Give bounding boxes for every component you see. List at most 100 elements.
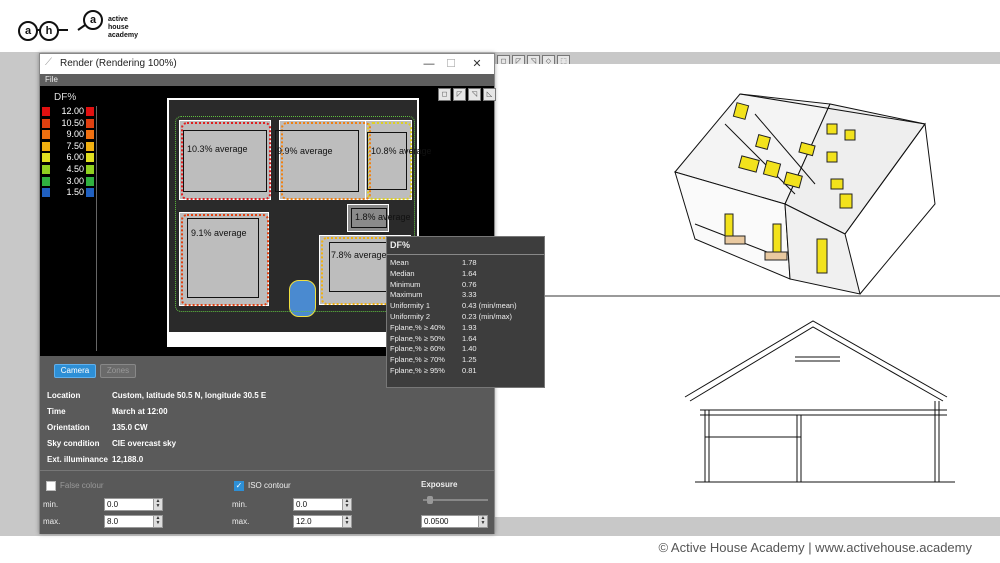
legend-entry: 12.00 xyxy=(42,106,97,117)
app-icon: ⟋ xyxy=(45,57,52,68)
stat-value: 1.25 xyxy=(462,355,477,365)
legend-entry: 9.00 xyxy=(42,129,97,140)
legend-entry: 7.50 xyxy=(42,141,97,152)
info-label: Sky condition xyxy=(47,439,100,448)
logo-name-line1: active house xyxy=(108,16,129,31)
stat-label: Fplane,% ≥ 70% xyxy=(390,355,445,365)
legend-swatch xyxy=(42,176,50,186)
legend-entry: 3.00 xyxy=(42,176,97,187)
toolbar-icon[interactable]: ◸ xyxy=(453,88,466,101)
legend-swatch xyxy=(86,153,94,163)
zone-box[interactable] xyxy=(183,130,267,192)
stat-value: 0.43 (min/mean) xyxy=(462,301,517,311)
stat-label: Minimum xyxy=(390,279,421,289)
stat-row: Median 1.64 xyxy=(390,269,544,278)
legend-swatch xyxy=(86,165,94,174)
stat-label: Fplane,% ≥ 95% xyxy=(390,366,445,375)
legend-swatch xyxy=(86,141,94,151)
spin-value: 12.0 xyxy=(296,517,312,526)
stat-row: Mean 1.78 xyxy=(390,258,544,267)
stats-title: DF% xyxy=(390,240,410,250)
stat-label: Uniformity 2 xyxy=(390,312,431,321)
spin-arrow-icon[interactable]: ▲ ▼ xyxy=(153,499,162,510)
viewport-3d[interactable] xyxy=(495,64,1000,296)
close-button[interactable]: ✕ xyxy=(466,56,488,72)
iso-contour-min-input[interactable]: 0.0 ▲ ▼ xyxy=(293,498,352,511)
stat-value: 3.33 xyxy=(462,290,477,300)
copyright-footer: © Active House Academy | www.activehouse… xyxy=(658,540,972,555)
stat-value: 0.76 xyxy=(462,279,477,289)
exposure-slider-thumb[interactable] xyxy=(426,496,433,504)
menu-file[interactable]: File xyxy=(45,75,58,84)
logo-letter: h xyxy=(39,21,59,41)
iso-contour-min-label: min. xyxy=(232,500,248,509)
floor-plan-render: 10.3% average 9.9% average 10.8% average… xyxy=(167,98,432,347)
zone-box[interactable] xyxy=(275,130,359,192)
stat-row: Fplane,% ≥ 70% 1.25 xyxy=(390,355,544,364)
floor-plan-dark-base: 10.3% average 9.9% average 10.8% average… xyxy=(169,100,432,332)
iso-contour-checkbox[interactable]: ✓ xyxy=(234,481,244,491)
legend-swatch xyxy=(86,118,94,128)
exposure-slider-track[interactable] xyxy=(423,499,488,501)
spin-value: 8.0 xyxy=(107,517,119,526)
info-value: March at 12:00 xyxy=(112,407,168,416)
stat-value: 1.40 xyxy=(462,344,477,354)
minimize-button[interactable]: — xyxy=(418,56,440,72)
legend-swatch xyxy=(86,188,94,198)
toolbar-icon[interactable]: ◻ xyxy=(438,88,451,101)
false-colour-min-label: min. xyxy=(43,500,59,509)
window-titlebar[interactable]: ⟋ Render (Rendering 100%) — ☐ ✕ xyxy=(40,54,494,74)
stat-value: 1.78 xyxy=(462,258,477,267)
spin-arrow-icon[interactable]: ▲ ▼ xyxy=(342,499,351,510)
zone-label: 10.3% average xyxy=(187,144,248,154)
false-colour-checkbox[interactable] xyxy=(46,481,56,491)
zone-label: 7.8% average xyxy=(331,250,387,260)
viewport-section[interactable] xyxy=(495,297,1000,517)
tab-camera[interactable]: Camera xyxy=(54,364,96,378)
spin-arrow-icon[interactable]: ▲ ▼ xyxy=(153,516,162,527)
stat-row: Uniformity 1 0.43 (min/mean) xyxy=(390,301,544,310)
stat-label: Uniformity 1 xyxy=(390,301,431,311)
logo-name-line2: academy xyxy=(108,32,138,39)
stat-label: Median xyxy=(390,268,415,278)
stats-separator xyxy=(387,254,544,255)
legend-entry: 4.50 xyxy=(42,164,97,175)
info-value: 135.0 CW xyxy=(112,423,148,432)
exposure-label: Exposure xyxy=(421,480,458,489)
check-icon: ✓ xyxy=(235,481,243,490)
zone-label: 10.8% average xyxy=(371,146,432,156)
legend-value: 1.50 xyxy=(66,187,84,198)
legend-value: 9.00 xyxy=(66,129,84,140)
stat-value: 1.64 xyxy=(462,333,477,343)
info-label: Location xyxy=(47,391,81,400)
exposure-input[interactable]: 0.0500 ▲ ▼ xyxy=(421,515,488,528)
toolbar-icon[interactable]: ◺ xyxy=(483,88,496,101)
statistics-popup: DF% Mean 1.78 Median 1.64 Minimum 0.76 Maximum… xyxy=(386,236,545,388)
stat-row: Minimum 0.76 xyxy=(390,280,544,289)
legend-swatch xyxy=(86,130,94,140)
legend-swatch xyxy=(86,176,94,186)
stat-label: Mean xyxy=(390,258,409,267)
tab-zones[interactable]: Zones xyxy=(100,364,136,378)
zone-box[interactable] xyxy=(367,132,407,190)
spin-arrow-icon[interactable]: ▲ ▼ xyxy=(342,516,351,527)
stat-row: Fplane,% ≥ 40% 1.93 xyxy=(390,323,544,332)
info-value: Custom, latitude 50.5 N, longitude 30.5 … xyxy=(112,391,267,400)
house-3d-model xyxy=(674,93,936,295)
iso-contour-max-input[interactable]: 12.0 ▲ ▼ xyxy=(293,515,352,528)
logo-letter: a xyxy=(83,10,103,30)
false-colour-label: False colour xyxy=(60,481,104,490)
legend-swatch xyxy=(42,107,50,116)
legend-swatch xyxy=(86,107,94,116)
legend-title: DF% xyxy=(54,92,77,103)
false-colour-max-input[interactable]: 8.0 ▲ ▼ xyxy=(104,515,163,528)
stat-value: 0.23 (min/max) xyxy=(462,312,513,321)
iso-contour-label: ISO contour xyxy=(248,481,291,490)
stat-row: Fplane,% ≥ 60% 1.40 xyxy=(390,344,544,353)
spin-arrow-icon[interactable]: ▲ ▼ xyxy=(478,516,487,527)
false-colour-min-input[interactable]: 0.0 ▲ ▼ xyxy=(104,498,163,511)
maximize-button[interactable]: ☐ xyxy=(440,56,462,72)
logo-letter: a xyxy=(18,21,38,41)
toolbar-icon[interactable]: ◹ xyxy=(468,88,481,101)
legend-value: 3.00 xyxy=(66,175,84,186)
